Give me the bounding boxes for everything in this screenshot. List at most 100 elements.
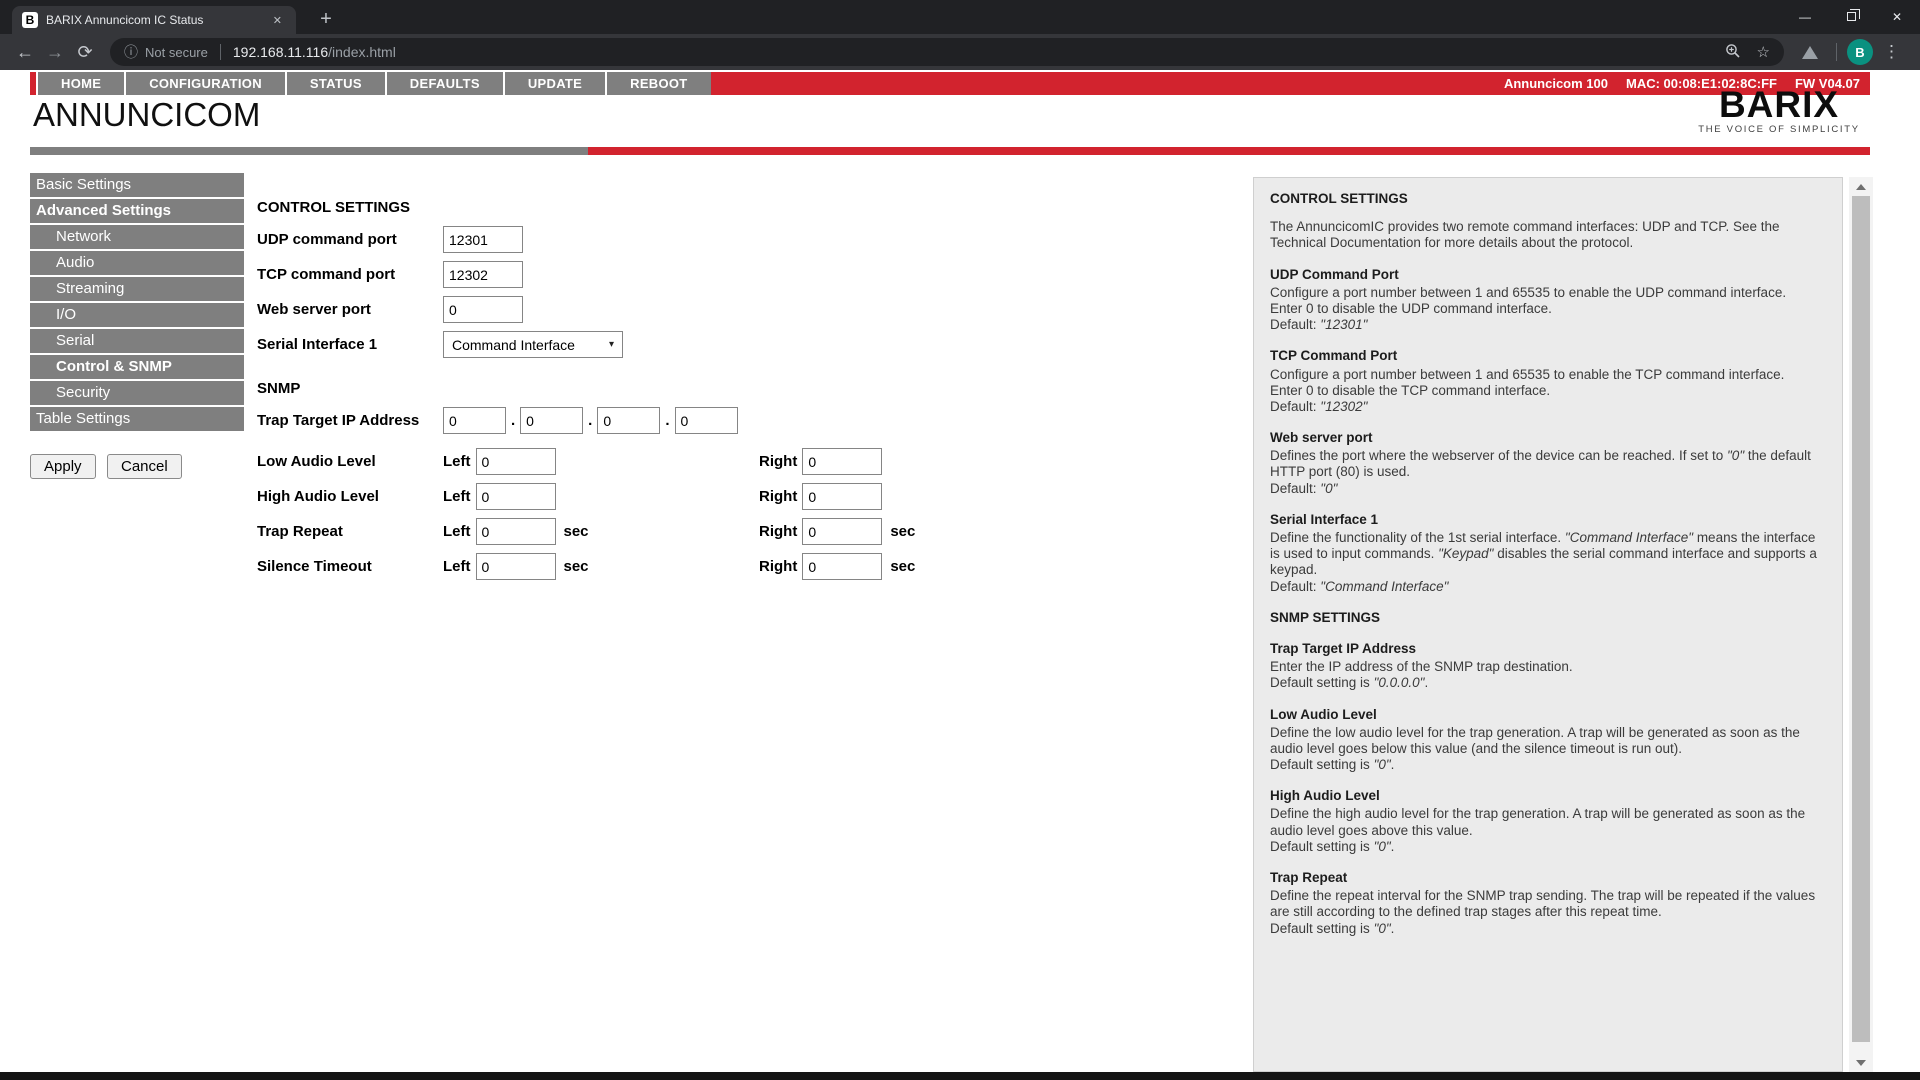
- udp-command-port-input[interactable]: [443, 226, 523, 253]
- profile-avatar[interactable]: B: [1847, 39, 1873, 65]
- unit-label: sec: [564, 558, 589, 575]
- header-divider: [30, 147, 1870, 155]
- sidebar-item-audio[interactable]: Audio: [30, 251, 244, 277]
- close-button[interactable]: ✕: [1874, 0, 1920, 33]
- page-title: ANNUNCICOM: [33, 96, 260, 134]
- omnibox-separator: [220, 44, 221, 60]
- sidebar-item-control-snmp[interactable]: Control & SNMP: [30, 355, 244, 381]
- browser-tab-strip: B BARIX Annuncicom IC Status ✕ + — ✕: [0, 0, 1920, 34]
- help-scrollbar[interactable]: [1849, 177, 1873, 1072]
- ip-dot-separator: .: [665, 412, 669, 429]
- field-row-serial-interface-1: Serial Interface 1Command Interface▾: [257, 331, 1217, 358]
- high-audio-level-right-input[interactable]: [802, 483, 882, 510]
- logo-text: BARIX: [1688, 86, 1870, 123]
- serial-interface-1-select[interactable]: Command Interface▾: [443, 331, 623, 358]
- low-audio-level-right-input[interactable]: [802, 448, 882, 475]
- sidebar-item-serial[interactable]: Serial: [30, 329, 244, 355]
- settings-form: CONTROL SETTINGS UDP command port TCP com…: [257, 199, 1217, 588]
- help-heading-web-server-port: Web server port: [1270, 430, 1826, 446]
- browser-tab[interactable]: B BARIX Annuncicom IC Status ✕: [12, 6, 296, 34]
- field-row-silence-timeout: Silence TimeoutLeftsecRightsec: [257, 553, 1217, 580]
- logo-tagline: THE VOICE OF SIMPLICITY: [1688, 124, 1870, 135]
- help-heading-tcp-command-port: TCP Command Port: [1270, 348, 1826, 364]
- browser-toolbar: ← → ⟳ ⓘ Not secure 192.168.11.116 /index…: [0, 34, 1920, 70]
- field-label: Trap Repeat: [257, 523, 443, 540]
- sidebar-item-i-o[interactable]: I/O: [30, 303, 244, 329]
- reload-button[interactable]: ⟳: [70, 43, 100, 61]
- ip-octet-input[interactable]: [443, 407, 506, 434]
- field-row-high-audio-level: High Audio LevelLeftRight: [257, 483, 1217, 510]
- tab-close-icon[interactable]: ✕: [269, 12, 286, 29]
- maximize-button[interactable]: [1828, 0, 1874, 33]
- control-settings-heading: CONTROL SETTINGS: [257, 199, 1217, 216]
- sidebar-item-basic-settings[interactable]: Basic Settings: [30, 173, 244, 199]
- help-heading-udp-command-port: UDP Command Port: [1270, 267, 1826, 283]
- cancel-button[interactable]: Cancel: [107, 454, 182, 479]
- trap-repeat-right-input[interactable]: [802, 518, 882, 545]
- field-row-udp-command-port: UDP command port: [257, 226, 1217, 253]
- scroll-up-icon: [1856, 184, 1866, 190]
- left-label: Left: [443, 558, 471, 575]
- low-audio-level-left-input[interactable]: [476, 448, 556, 475]
- unit-label: sec: [890, 558, 915, 575]
- forward-button[interactable]: →: [40, 43, 70, 61]
- left-group: Leftsec: [443, 518, 589, 545]
- nav-tab-configuration[interactable]: CONFIGURATION: [124, 72, 285, 95]
- omnibox[interactable]: ⓘ Not secure 192.168.11.116 /index.html …: [110, 38, 1784, 66]
- field-label: UDP command port: [257, 231, 443, 248]
- new-tab-button[interactable]: +: [312, 5, 340, 33]
- web-server-port-input[interactable]: [443, 296, 523, 323]
- scroll-down-button[interactable]: [1849, 1053, 1873, 1072]
- ip-octet-input[interactable]: [675, 407, 738, 434]
- zoom-icon[interactable]: [1725, 43, 1741, 62]
- nav-tab-update[interactable]: UPDATE: [503, 72, 605, 95]
- left-label: Left: [443, 453, 471, 470]
- field-label: High Audio Level: [257, 488, 443, 505]
- sidebar-item-security[interactable]: Security: [30, 381, 244, 407]
- field-label: Low Audio Level: [257, 453, 443, 470]
- nav-tab-status[interactable]: STATUS: [285, 72, 385, 95]
- nav-tab-reboot[interactable]: REBOOT: [605, 72, 710, 95]
- web-page: HOMECONFIGURATIONSTATUSDEFAULTSUPDATEREB…: [0, 70, 1920, 1072]
- nav-tab-home[interactable]: HOME: [36, 72, 124, 95]
- apply-button[interactable]: Apply: [30, 454, 96, 479]
- url-host: 192.168.11.116: [233, 44, 328, 60]
- field-row-tcp-command-port: TCP command port: [257, 261, 1217, 288]
- help-paragraph: Define the repeat interval for the SNMP …: [1270, 888, 1826, 937]
- high-audio-level-left-input[interactable]: [476, 483, 556, 510]
- help-heading-low-audio-level: Low Audio Level: [1270, 707, 1826, 723]
- right-label: Right: [759, 523, 797, 540]
- help-paragraph: Define the high audio level for the trap…: [1270, 806, 1826, 855]
- back-button[interactable]: ←: [10, 43, 40, 61]
- profile-separator: [1836, 43, 1837, 61]
- silence-timeout-left-input[interactable]: [476, 553, 556, 580]
- scrollbar-thumb[interactable]: [1852, 196, 1870, 1042]
- field-label: Trap Target IP Address: [257, 412, 443, 429]
- sidebar-item-network[interactable]: Network: [30, 225, 244, 251]
- sidebar-item-advanced-settings[interactable]: Advanced Settings: [30, 199, 244, 225]
- tcp-command-port-input[interactable]: [443, 261, 523, 288]
- left-group: Left sec: [443, 553, 589, 580]
- sidebar-item-streaming[interactable]: Streaming: [30, 277, 244, 303]
- right-group: Right sec: [759, 518, 915, 545]
- extension-drive-icon[interactable]: [1802, 46, 1818, 59]
- unit-label: sec: [890, 523, 915, 540]
- ip-octet-input[interactable]: [520, 407, 583, 434]
- field-label: Silence Timeout: [257, 558, 443, 575]
- ip-octet-input[interactable]: [597, 407, 660, 434]
- minimize-button[interactable]: —: [1782, 0, 1828, 33]
- left-label: Left: [443, 488, 471, 505]
- info-icon[interactable]: ⓘ: [124, 42, 138, 62]
- snmp-heading: SNMP: [257, 380, 1217, 397]
- sidebar-item-table-settings[interactable]: Table Settings: [30, 407, 244, 433]
- field-label: TCP command port: [257, 266, 443, 283]
- help-paragraph: Configure a port number between 1 and 65…: [1270, 367, 1826, 416]
- silence-timeout-right-input[interactable]: [802, 553, 882, 580]
- nav-tab-defaults[interactable]: DEFAULTS: [385, 72, 503, 95]
- bookmark-star-icon[interactable]: ☆: [1757, 45, 1770, 60]
- scroll-up-button[interactable]: [1849, 177, 1873, 196]
- help-paragraph: The AnnuncicomIC provides two remote com…: [1270, 219, 1826, 251]
- field-label: Serial Interface 1: [257, 336, 443, 353]
- browser-menu-icon[interactable]: ⋮: [1883, 42, 1900, 62]
- trap-repeat-left-input[interactable]: [476, 518, 556, 545]
